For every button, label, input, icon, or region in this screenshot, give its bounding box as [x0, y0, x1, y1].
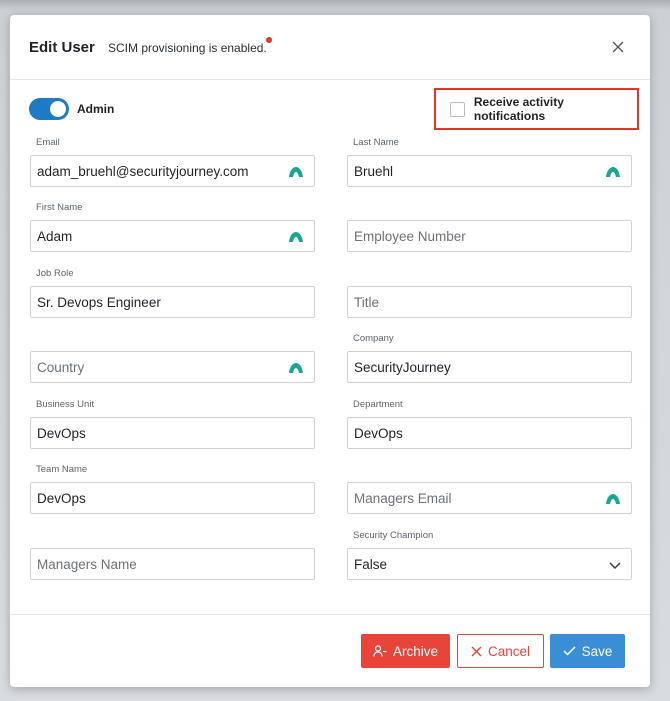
- managers-email-field-group: Managers Email: [347, 482, 632, 514]
- first-name-value: Adam: [37, 228, 73, 244]
- first-name-field-group: First Name Adam: [30, 202, 315, 252]
- autofill-icon: [606, 494, 620, 504]
- cancel-button[interactable]: Cancel: [457, 634, 544, 668]
- last-name-field-group: Last Name Bruehl: [347, 137, 632, 187]
- security-champion-field-group: Security Champion False: [347, 530, 632, 580]
- archive-button[interactable]: Archive: [361, 634, 450, 668]
- business-unit-label: Business Unit: [36, 399, 95, 410]
- job-role-field[interactable]: Sr. Devops Engineer: [30, 286, 315, 318]
- company-value: SecurityJourney: [354, 359, 451, 375]
- admin-toggle-row: Admin: [29, 98, 114, 120]
- job-role-field-group: Job Role Sr. Devops Engineer: [30, 268, 315, 318]
- company-field[interactable]: SecurityJourney: [347, 351, 632, 383]
- autofill-icon: [289, 167, 303, 177]
- title-field[interactable]: Title: [347, 286, 632, 318]
- save-label: Save: [581, 643, 613, 659]
- last-name-value: Bruehl: [354, 163, 394, 179]
- edit-user-modal: Edit User SCIM provisioning is enabled. …: [10, 15, 650, 687]
- close-button[interactable]: [608, 37, 628, 57]
- check-icon: [563, 646, 576, 656]
- country-field[interactable]: Country: [30, 351, 315, 383]
- business-unit-value: DevOps: [37, 425, 86, 441]
- department-field-group: Department DevOps: [347, 399, 632, 449]
- autofill-icon: [606, 167, 620, 177]
- employee-number-field-group: Employee Number: [347, 220, 632, 252]
- company-label: Company: [353, 333, 394, 344]
- email-field-group: Email adam_bruehl@securityjourney.com: [30, 137, 315, 187]
- first-name-label: First Name: [36, 202, 83, 213]
- employee-number-field[interactable]: Employee Number: [347, 220, 632, 252]
- email-field[interactable]: adam_bruehl@securityjourney.com: [30, 155, 315, 187]
- country-placeholder: Country: [37, 359, 85, 375]
- managers-name-placeholder: Managers Name: [37, 556, 137, 572]
- team-name-label: Team Name: [36, 464, 88, 475]
- modal-header: Edit User SCIM provisioning is enabled.: [10, 15, 650, 80]
- business-unit-field[interactable]: DevOps: [30, 417, 315, 449]
- scim-status-label: SCIM provisioning is enabled.: [108, 41, 267, 55]
- autofill-icon: [289, 363, 303, 373]
- managers-name-field-group: Managers Name: [30, 548, 315, 580]
- close-icon: [612, 41, 624, 53]
- admin-label: Admin: [77, 102, 115, 116]
- country-field-group: Country: [30, 351, 315, 383]
- toggle-knob: [50, 101, 66, 117]
- title-placeholder: Title: [354, 294, 380, 310]
- activity-notifications-label: Receive activity notifications: [473, 95, 564, 123]
- modal-title: Edit User: [29, 39, 95, 56]
- security-champion-select[interactable]: False: [347, 548, 632, 580]
- first-name-field[interactable]: Adam: [30, 220, 315, 252]
- activity-notifications-checkbox[interactable]: [450, 101, 465, 117]
- title-field-group: Title: [347, 286, 632, 318]
- archive-label: Archive: [392, 643, 438, 659]
- managers-email-field[interactable]: Managers Email: [347, 482, 632, 514]
- department-field[interactable]: DevOps: [347, 417, 632, 449]
- activity-notifications-option: Receive activity notifications: [434, 88, 639, 130]
- department-label: Department: [353, 399, 403, 410]
- managers-name-field[interactable]: Managers Name: [30, 548, 315, 580]
- email-label: Email: [36, 137, 60, 148]
- admin-toggle[interactable]: [29, 98, 69, 120]
- job-role-label: Job Role: [36, 268, 74, 279]
- business-unit-field-group: Business Unit DevOps: [30, 399, 315, 449]
- department-value: DevOps: [354, 425, 403, 441]
- email-value: adam_bruehl@securityjourney.com: [37, 163, 249, 179]
- security-champion-label: Security Champion: [353, 530, 434, 541]
- modal-footer: Archive Cancel Save: [10, 614, 650, 688]
- employee-number-placeholder: Employee Number: [354, 228, 466, 244]
- archive-user-icon: [373, 645, 387, 657]
- job-role-value: Sr. Devops Engineer: [37, 294, 161, 310]
- company-field-group: Company SecurityJourney: [347, 333, 632, 383]
- team-name-field-group: Team Name DevOps: [30, 464, 315, 514]
- save-button[interactable]: Save: [550, 634, 625, 668]
- last-name-label: Last Name: [353, 137, 399, 148]
- cancel-label: Cancel: [487, 643, 531, 659]
- chevron-down-icon: [609, 562, 621, 570]
- security-champion-value: False: [354, 556, 388, 572]
- last-name-field[interactable]: Bruehl: [347, 155, 632, 187]
- close-icon: [471, 646, 482, 656]
- scim-status-text: SCIM provisioning is enabled.: [108, 37, 272, 55]
- notification-dot: [265, 37, 272, 43]
- autofill-icon: [289, 232, 303, 242]
- team-name-value: DevOps: [37, 490, 86, 506]
- managers-email-placeholder: Managers Email: [354, 490, 452, 506]
- team-name-field[interactable]: DevOps: [30, 482, 315, 514]
